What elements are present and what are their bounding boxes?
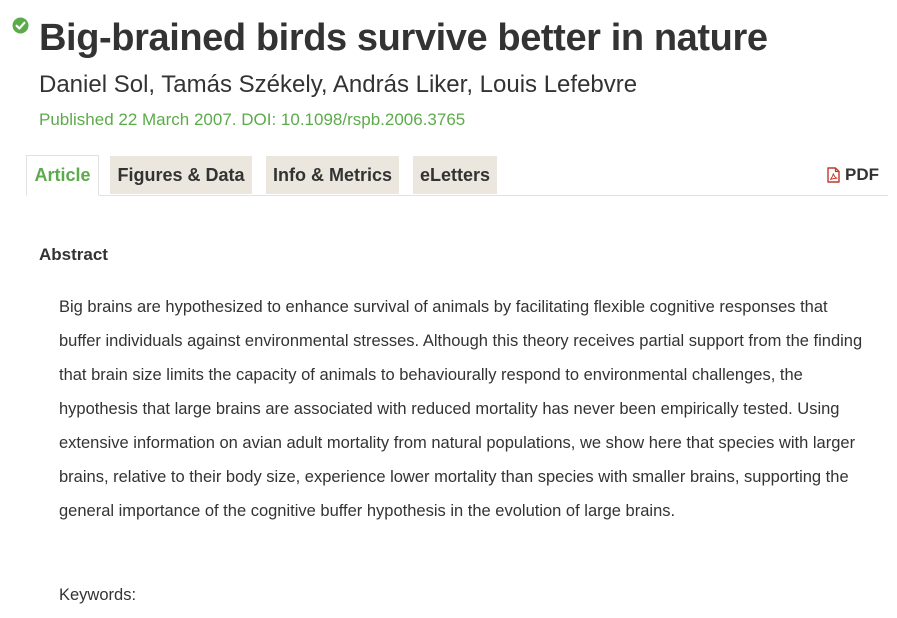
keywords-label: Keywords:: [59, 586, 137, 604]
pdf-download-link[interactable]: PDF: [827, 165, 879, 185]
check-circle-icon: [12, 17, 29, 34]
pdf-file-icon: [827, 167, 840, 183]
tab-info-metrics[interactable]: Info & Metrics: [266, 156, 399, 194]
tab-eletters[interactable]: eLetters: [413, 156, 497, 194]
tab-article[interactable]: Article: [26, 155, 99, 196]
abstract-heading: Abstract: [39, 245, 108, 264]
article-title: Big-brained birds survive better in natu…: [39, 17, 768, 59]
article-authors: Daniel Sol, Tamás Székely, András Liker,…: [39, 71, 638, 98]
publication-info: Published 22 March 2007. DOI: 10.1098/rs…: [39, 110, 466, 129]
article-tabs: Article Figures & Data Info & Metrics eL…: [26, 155, 888, 196]
tab-figures-data[interactable]: Figures & Data: [110, 156, 252, 194]
abstract-text: Big brains are hypothesized to enhance s…: [59, 298, 863, 520]
pdf-label: PDF: [845, 165, 879, 184]
